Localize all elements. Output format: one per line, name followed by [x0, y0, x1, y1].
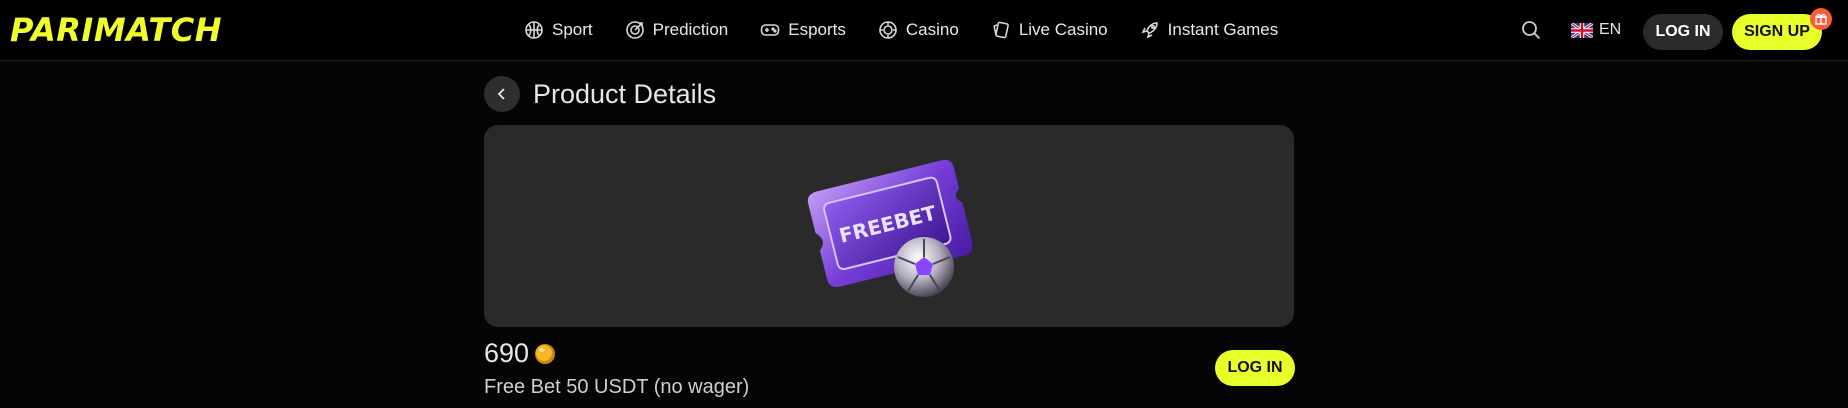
signup-button[interactable]: SIGN UP: [1732, 14, 1822, 50]
header-login-button[interactable]: LOG IN: [1643, 14, 1723, 50]
nav-label: Esports: [788, 20, 846, 39]
target-icon: [625, 21, 644, 39]
nav-label: Sport: [552, 20, 593, 39]
gamepad-icon: [760, 24, 780, 36]
nav-item-instant-games[interactable]: Instant Games: [1140, 0, 1279, 60]
nav-item-esports[interactable]: Esports: [760, 0, 846, 60]
top-navigation-bar: PARIMATCH Sport Prediction Esports Casin…: [0, 0, 1848, 61]
language-selector[interactable]: EN: [1571, 18, 1621, 42]
gift-icon[interactable]: [1810, 8, 1832, 30]
parimatch-logo[interactable]: PARIMATCH: [10, 12, 222, 48]
product-name: Free Bet 50 USDT (no wager): [484, 376, 750, 398]
product-image-card: FREEBET: [484, 125, 1294, 327]
chip-icon: [879, 21, 897, 39]
nav-item-prediction[interactable]: Prediction: [625, 0, 729, 60]
nav-label: Live Casino: [1018, 20, 1108, 39]
nav-item-sport[interactable]: Sport: [524, 0, 593, 60]
search-icon[interactable]: [1520, 19, 1542, 41]
main-nav: Sport Prediction Esports Casino Live Cas…: [524, 0, 1310, 60]
product-login-button[interactable]: LOG IN: [1215, 350, 1295, 386]
uk-flag-icon: [1571, 22, 1593, 38]
nav-label: Instant Games: [1167, 20, 1279, 39]
price-value: 690: [484, 338, 530, 368]
cards-icon: [993, 21, 1009, 39]
basketball-icon: [525, 21, 543, 39]
nav-item-live-casino[interactable]: Live Casino: [991, 0, 1108, 60]
chevron-left-icon: [497, 88, 505, 100]
back-button[interactable]: [484, 76, 520, 112]
nav-item-casino[interactable]: Casino: [878, 0, 959, 60]
nav-label: Prediction: [652, 20, 729, 39]
page-title: Product Details: [533, 79, 717, 109]
language-code: EN: [1599, 21, 1622, 38]
nav-label: Casino: [905, 20, 959, 39]
freebet-ticket-image: FREEBET: [807, 159, 972, 297]
product-price: 690: [484, 336, 556, 370]
coin-icon: [535, 344, 556, 364]
rocket-icon: [1141, 22, 1158, 39]
